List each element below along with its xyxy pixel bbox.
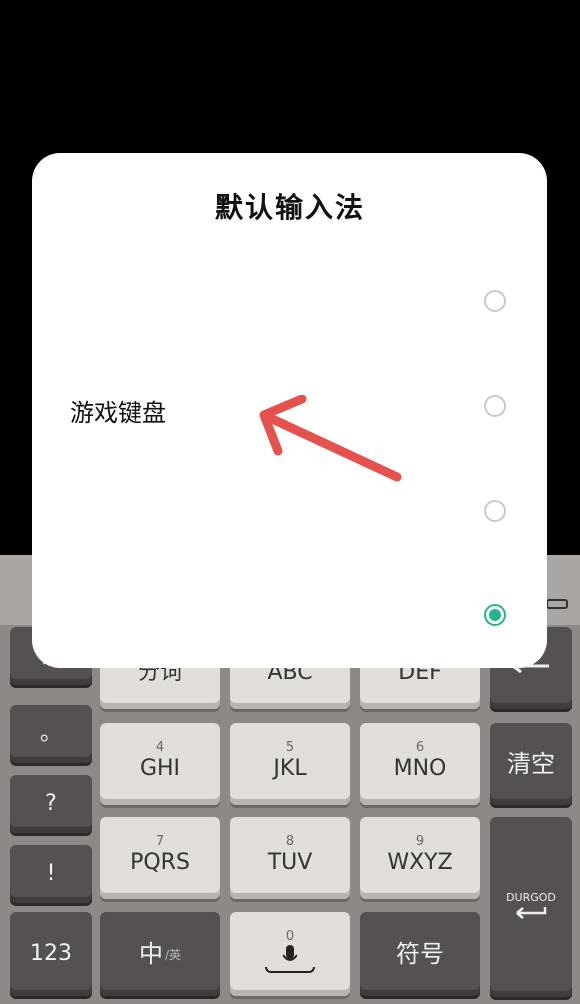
key-8[interactable]: 8 TUV bbox=[230, 817, 350, 899]
key-4[interactable]: 4 GHI bbox=[100, 723, 220, 805]
option-label: 游戏键盘 bbox=[70, 399, 166, 427]
side-key-exclaim[interactable]: ! bbox=[10, 845, 92, 903]
enter-key[interactable]: DURGOD bbox=[490, 817, 572, 997]
dialog-title: 默认输入法 bbox=[214, 191, 365, 224]
side-key-period[interactable]: 。 bbox=[10, 705, 92, 763]
clear-key[interactable]: 清空 bbox=[490, 723, 572, 805]
number-mode-key[interactable]: 123 bbox=[10, 912, 92, 996]
key-5[interactable]: 5 JKL bbox=[230, 723, 350, 805]
space-key[interactable]: 0 bbox=[230, 912, 350, 996]
radio-button-1[interactable] bbox=[484, 290, 506, 312]
input-method-option-4[interactable] bbox=[32, 564, 547, 668]
key-7[interactable]: 7 PQRS bbox=[100, 817, 220, 899]
annotation-arrow-icon bbox=[259, 395, 402, 482]
radio-button-2[interactable] bbox=[484, 395, 506, 417]
radio-button-4-selected[interactable] bbox=[484, 604, 506, 626]
radio-button-3[interactable] bbox=[484, 500, 506, 522]
microphone-icon[interactable] bbox=[265, 945, 315, 973]
keyboard-collapse-icon[interactable] bbox=[546, 599, 568, 609]
input-method-option-1[interactable] bbox=[32, 250, 547, 354]
symbol-key[interactable]: 符号 bbox=[360, 912, 480, 996]
key-9[interactable]: 9 WXYZ bbox=[360, 817, 480, 899]
language-toggle-key[interactable]: 中/英 bbox=[100, 912, 220, 996]
side-key-question[interactable]: ? bbox=[10, 775, 92, 833]
enter-icon bbox=[513, 904, 549, 923]
key-6[interactable]: 6 MNO bbox=[360, 723, 480, 805]
